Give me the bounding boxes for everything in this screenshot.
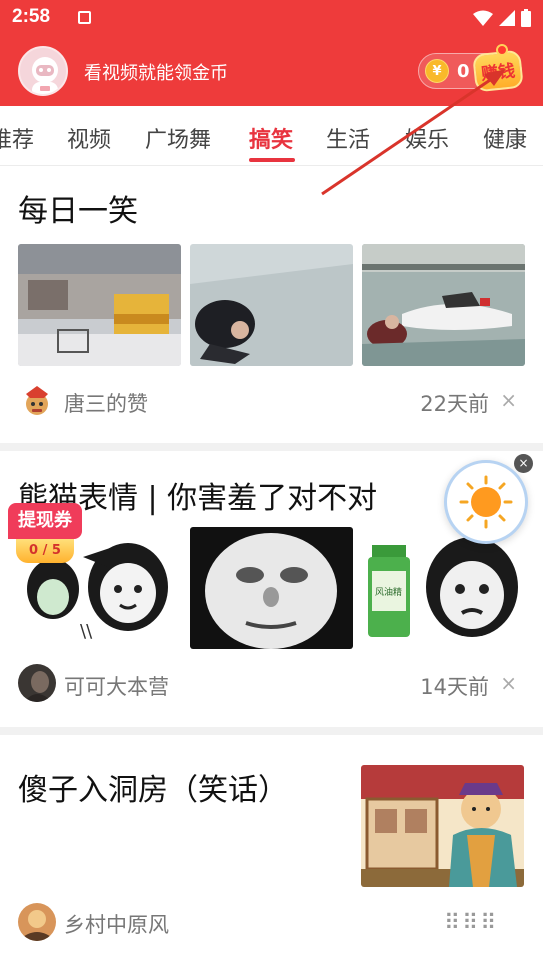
withdraw-coupon[interactable]: 提现券 0 / 5 <box>8 503 84 565</box>
app-notification-icon <box>78 11 91 24</box>
tab-life[interactable]: 生活 <box>326 122 370 154</box>
supermarket-thumbnail[interactable] <box>18 244 181 366</box>
feed-divider <box>0 727 543 735</box>
feed-divider <box>0 443 543 451</box>
author-name[interactable]: 唐三的赞 <box>64 388 148 418</box>
astronaut-avatar-icon <box>32 57 58 94</box>
tab-entertainment[interactable]: 娱乐 <box>405 122 449 154</box>
signal-icon <box>499 10 515 26</box>
author-name[interactable]: 可可大本营 <box>64 671 169 701</box>
dismiss-button[interactable]: × <box>500 388 517 412</box>
earn-notification-dot <box>496 44 508 56</box>
svg-text:风油精: 风油精 <box>375 586 402 598</box>
jetski-thumbnail[interactable] <box>362 244 525 366</box>
status-icons <box>473 9 531 27</box>
earn-money-button[interactable]: 赚钱 <box>472 49 524 93</box>
dismiss-button[interactable]: × <box>500 671 517 695</box>
tab-recommend[interactable]: 推荐 <box>0 122 34 154</box>
wifi-icon <box>473 10 493 26</box>
active-tab-indicator <box>249 158 295 162</box>
category-tabs: 推荐 视频 广场舞 搞笑 生活 娱乐 健康 <box>0 106 543 166</box>
author-avatar[interactable] <box>18 382 56 420</box>
post-time: 14天前 <box>420 675 489 699</box>
coupon-progress: 0 / 5 <box>16 539 74 563</box>
close-floating-widget-button[interactable]: × <box>514 454 533 473</box>
status-bar: 2:58 <box>0 0 543 38</box>
author-avatar[interactable] <box>18 903 56 941</box>
post-time: 22天前 <box>420 392 489 416</box>
status-time: 2:58 <box>12 6 51 27</box>
battery-icon <box>521 9 531 27</box>
author-name[interactable]: 乡村中原风 <box>64 909 169 939</box>
tab-funny[interactable]: 搞笑 <box>249 122 293 154</box>
floating-reward-widget[interactable] <box>444 460 528 544</box>
feed-item-title[interactable]: 每日一笑 <box>18 186 138 230</box>
coupon-label: 提现券 <box>8 503 82 539</box>
watch-video-promo[interactable]: 看视频就能领金币 <box>84 59 228 85</box>
feed-item[interactable]: 每日一笑 唐三的赞 22天前 × <box>0 166 543 443</box>
tab-health[interactable]: 健康 <box>483 122 527 154</box>
ice-fall-thumbnail[interactable] <box>190 244 353 366</box>
svg-text:\\: \\ <box>80 621 93 642</box>
loading-placeholder: ⠿⠿⠿ <box>400 905 543 945</box>
cartoon-thumbnail[interactable] <box>361 765 524 887</box>
feed-item-title[interactable]: 傻子入洞房（笑话） <box>18 765 288 809</box>
tab-video[interactable]: 视频 <box>67 122 111 154</box>
coin-icon: ¥ <box>425 59 449 83</box>
app-header: 看视频就能领金币 ¥ 0 赚钱 <box>0 38 543 106</box>
user-avatar[interactable] <box>18 46 68 96</box>
panda-face-thumbnail[interactable] <box>190 527 353 649</box>
sun-icon <box>459 475 513 529</box>
coin-count: 0 <box>457 61 470 82</box>
tab-square-dance[interactable]: 广场舞 <box>145 122 211 154</box>
author-avatar[interactable] <box>18 664 56 702</box>
panda-oil-thumbnail[interactable]: 风油精 <box>362 527 525 649</box>
